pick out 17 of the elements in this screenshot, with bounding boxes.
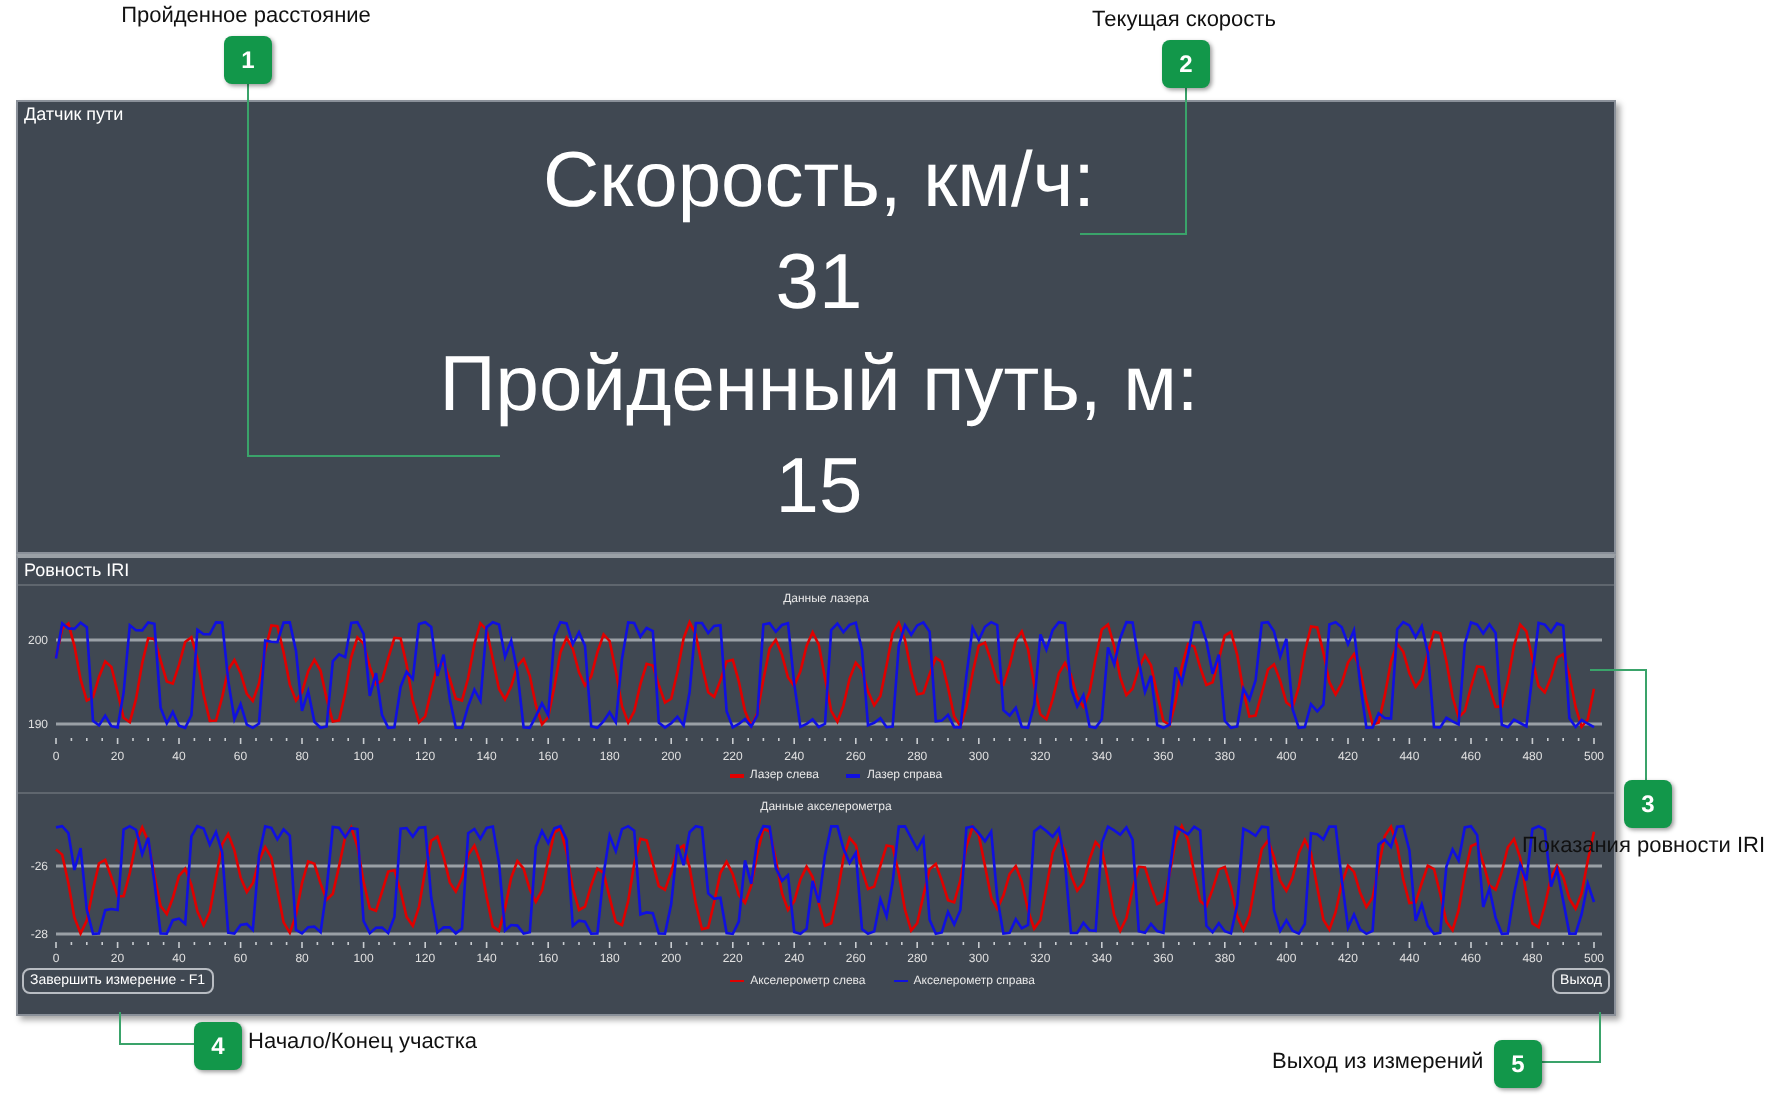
leader-line [1539, 1011, 1601, 1063]
callout-label: Выход из измерений [1272, 1050, 1484, 1074]
callout-badge: 4 [194, 1022, 242, 1070]
callout-label: Начало/Конец участка [248, 1030, 478, 1054]
callout-badge: 5 [1494, 1040, 1542, 1088]
reading-label: Скорость, км/ч: [543, 136, 1095, 228]
callout-label: Текущая скорость [1092, 8, 1276, 32]
callout-badge: 3 [1624, 780, 1672, 828]
leader-line [119, 1011, 195, 1045]
callout-label: Пройденное расстояние [121, 4, 371, 28]
reading-value: 31 [775, 238, 863, 330]
panel-title: Датчик пути [22, 102, 126, 126]
panel-title: Ровность IRI [18, 558, 1614, 586]
reading-label: Пройденный путь, м: [439, 340, 1199, 432]
callout-badge: 1 [224, 36, 272, 84]
reading-value: 15 [775, 442, 863, 534]
callout-badge: 2 [1162, 40, 1210, 88]
